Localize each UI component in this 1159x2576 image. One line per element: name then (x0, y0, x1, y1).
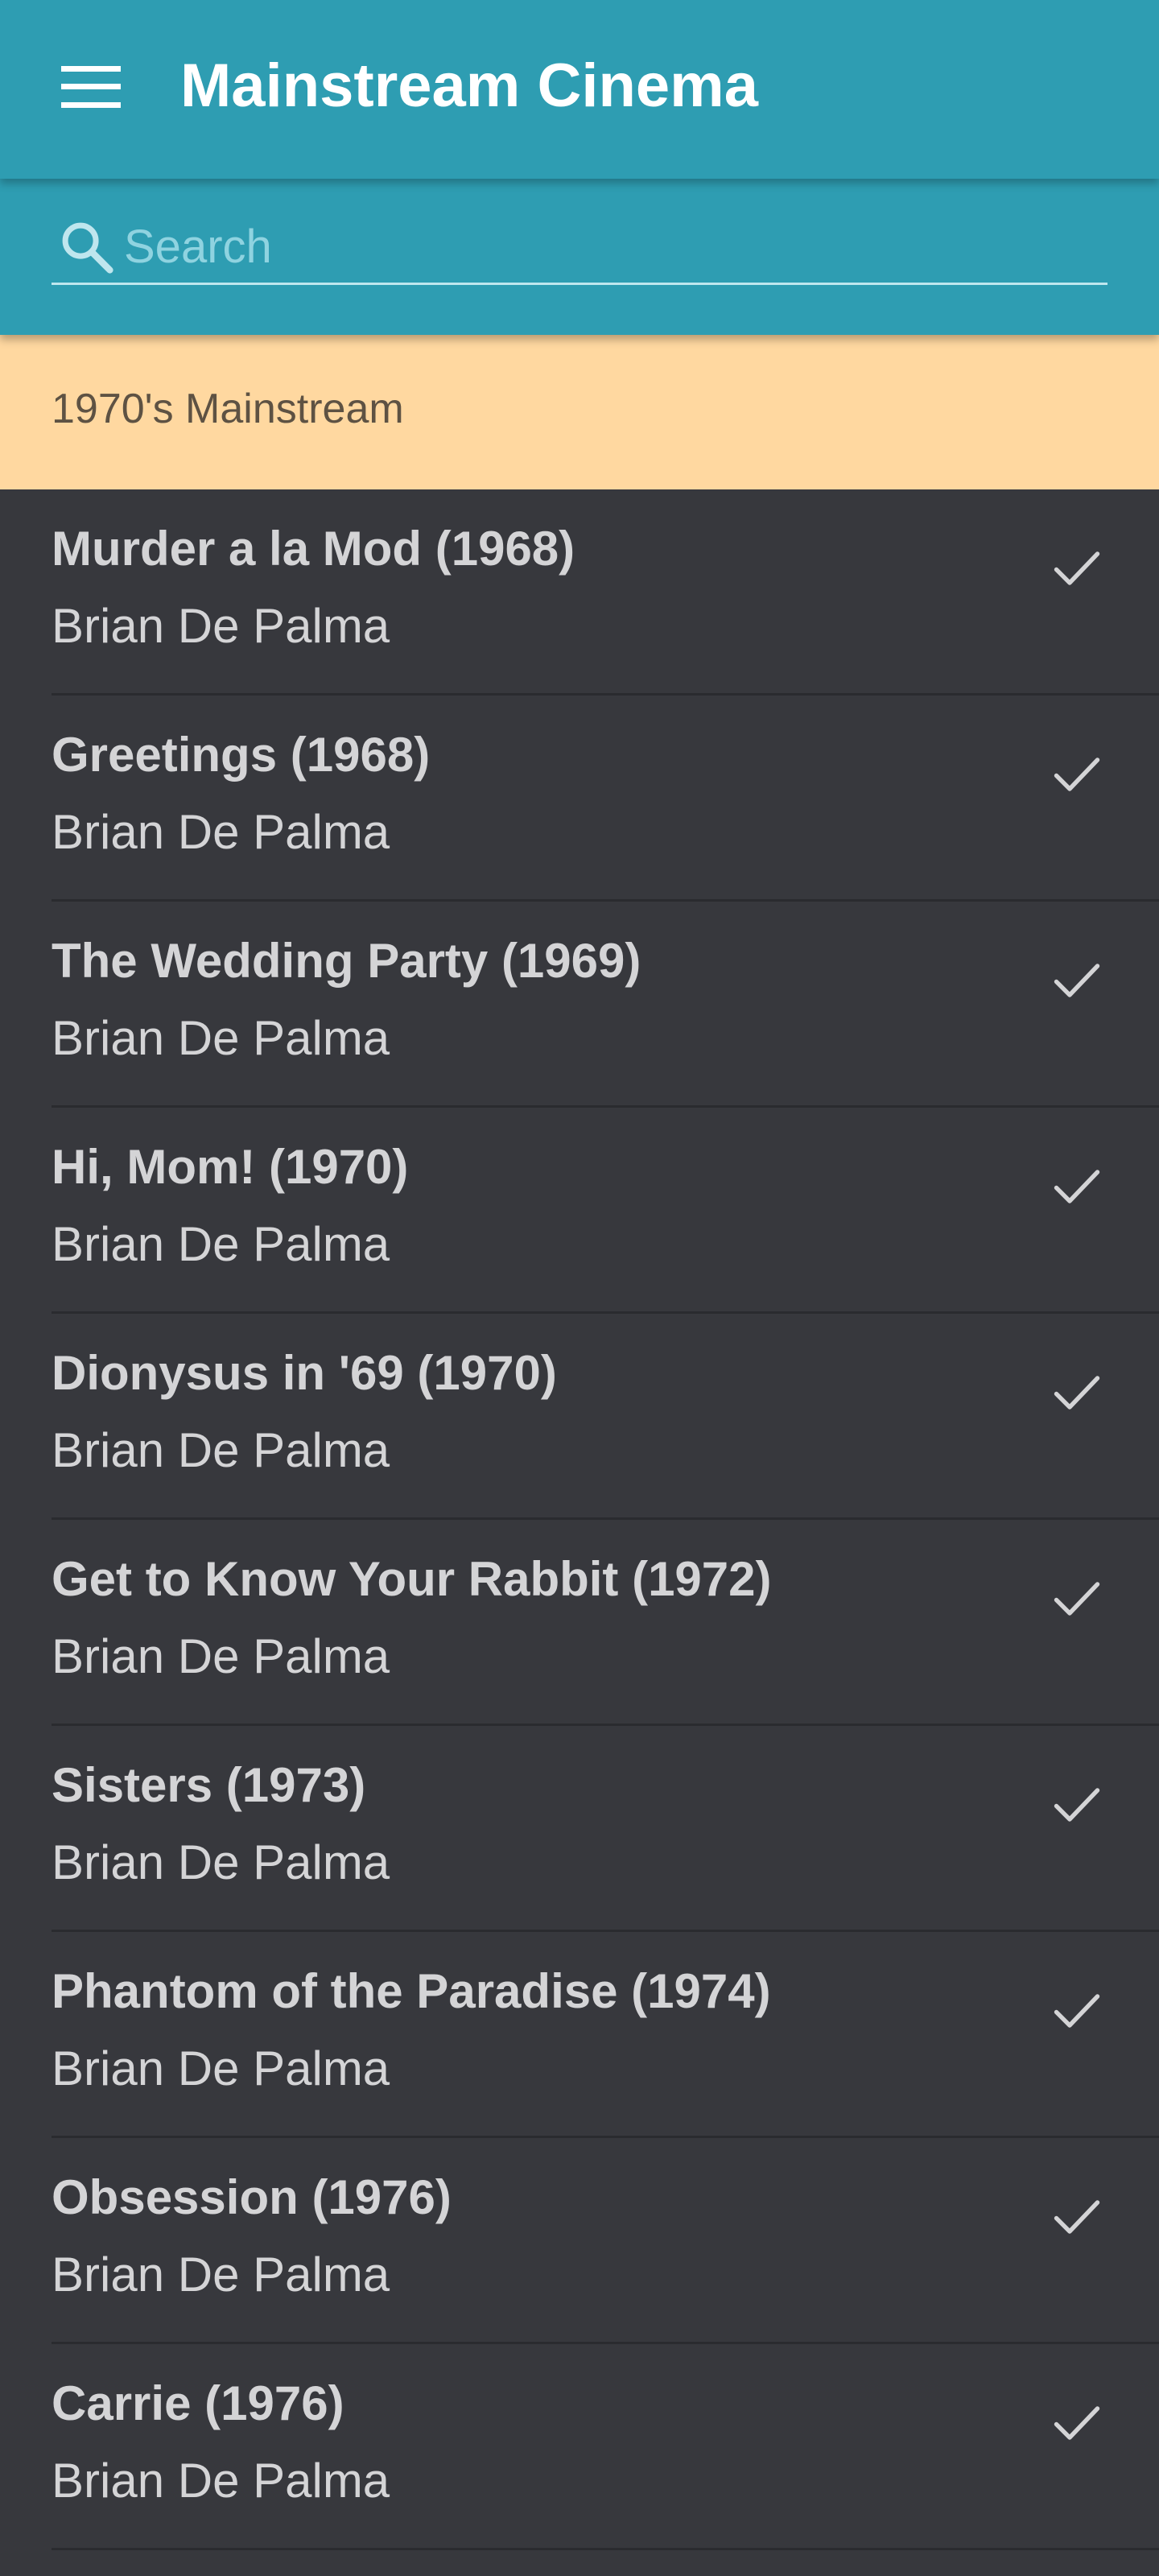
movie-title: Carrie (1976) (52, 2376, 344, 2430)
check-icon[interactable] (1048, 1158, 1106, 1216)
list-item[interactable]: Get to Know Your Rabbit (1972) Brian De … (0, 1520, 1159, 1726)
check-icon[interactable] (1048, 1364, 1106, 1422)
movie-title: Dionysus in '69 (1970) (52, 1346, 557, 1400)
movie-list: Murder a la Mod (1968) Brian De Palma Gr… (0, 489, 1159, 2550)
movie-title: Sisters (1973) (52, 1758, 366, 1812)
list-item[interactable]: Sisters (1973) Brian De Palma (0, 1726, 1159, 1932)
movie-title: Obsession (1976) (52, 2170, 452, 2224)
app-title: Mainstream Cinema (180, 52, 759, 120)
list-item[interactable]: Dionysus in '69 (1970) Brian De Palma (0, 1314, 1159, 1520)
check-icon[interactable] (1048, 2394, 1106, 2452)
search-input[interactable] (124, 214, 1107, 279)
list-item[interactable]: Obsession (1976) Brian De Palma (0, 2138, 1159, 2344)
movie-director: Brian De Palma (52, 2454, 390, 2508)
movie-director: Brian De Palma (52, 2248, 390, 2301)
search-field[interactable] (52, 211, 1107, 285)
list-item[interactable]: Phantom of the Paradise (1974) Brian De … (0, 1932, 1159, 2138)
movie-director: Brian De Palma (52, 1011, 390, 1065)
movie-title: Get to Know Your Rabbit (1972) (52, 1552, 772, 1606)
movie-director: Brian De Palma (52, 1423, 390, 1477)
movie-director: Brian De Palma (52, 2041, 390, 2095)
menu-icon (61, 66, 121, 108)
movie-title: Hi, Mom! (1970) (52, 1140, 409, 1194)
movie-director: Brian De Palma (52, 1629, 390, 1683)
movie-director: Brian De Palma (52, 599, 390, 653)
movie-director: Brian De Palma (52, 805, 390, 859)
movie-title: Murder a la Mod (1968) (52, 522, 575, 576)
check-icon[interactable] (1048, 2188, 1106, 2246)
check-icon[interactable] (1048, 1570, 1106, 1628)
app-bar: Mainstream Cinema (0, 0, 1159, 179)
search-icon (62, 222, 113, 274)
section-header: 1970's Mainstream (0, 335, 1159, 489)
menu-button[interactable] (45, 55, 135, 119)
movie-director: Brian De Palma (52, 1835, 390, 1889)
section-label: 1970's Mainstream (52, 386, 404, 432)
check-icon[interactable] (1048, 952, 1106, 1009)
movie-director: Brian De Palma (52, 1217, 390, 1271)
movie-title: Phantom of the Paradise (1974) (52, 1964, 771, 2018)
check-icon[interactable] (1048, 745, 1106, 803)
check-icon[interactable] (1048, 1776, 1106, 1834)
check-icon[interactable] (1048, 539, 1106, 597)
movie-title: Greetings (1968) (52, 728, 431, 782)
list-item[interactable]: Carrie (1976) Brian De Palma (0, 2344, 1159, 2550)
movie-title: The Wedding Party (1969) (52, 934, 641, 988)
check-icon[interactable] (1048, 1982, 1106, 2040)
list-item[interactable]: Murder a la Mod (1968) Brian De Palma (0, 489, 1159, 696)
list-item[interactable]: Greetings (1968) Brian De Palma (0, 696, 1159, 902)
search-bar (0, 179, 1159, 335)
list-item[interactable]: Hi, Mom! (1970) Brian De Palma (0, 1108, 1159, 1314)
list-item[interactable]: The Wedding Party (1969) Brian De Palma (0, 902, 1159, 1108)
